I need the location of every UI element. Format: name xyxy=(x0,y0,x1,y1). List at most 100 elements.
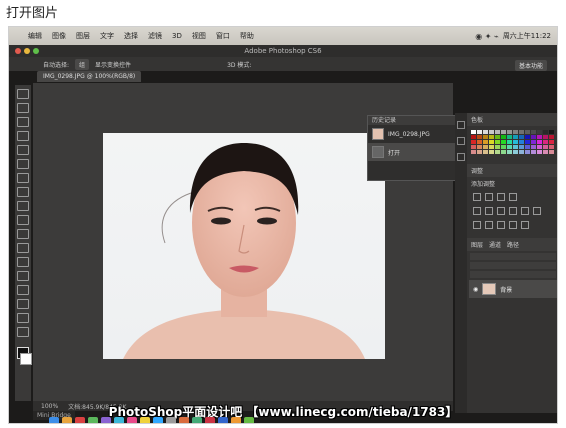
blend-mode-row[interactable] xyxy=(470,262,556,269)
color-swatch[interactable] xyxy=(519,145,524,149)
color-swatch[interactable] xyxy=(495,145,500,149)
color-swatch[interactable] xyxy=(549,150,554,154)
color-swatch[interactable] xyxy=(543,135,548,139)
layer-filter-row[interactable] xyxy=(470,253,556,260)
color-swatch[interactable] xyxy=(519,135,524,139)
color-swatch[interactable] xyxy=(513,135,518,139)
color-swatch[interactable] xyxy=(507,140,512,144)
selective-color-icon[interactable] xyxy=(521,221,529,229)
actions-panel-icon[interactable] xyxy=(457,137,465,145)
color-swatch[interactable] xyxy=(501,145,506,149)
color-swatch[interactable] xyxy=(489,130,494,134)
color-swatch[interactable] xyxy=(507,130,512,134)
bw-icon[interactable] xyxy=(509,207,517,215)
color-swatch[interactable] xyxy=(549,130,554,134)
show-transform-checkbox[interactable]: 显示变换控件 xyxy=(95,60,131,69)
menu-view[interactable]: 视图 xyxy=(192,31,206,41)
color-swatch[interactable] xyxy=(471,140,476,144)
color-swatch[interactable] xyxy=(489,150,494,154)
tray-icons[interactable]: ◉ ✦ ⌁ xyxy=(475,32,499,41)
color-swatch[interactable] xyxy=(495,130,500,134)
color-swatch[interactable] xyxy=(519,130,524,134)
color-swatch[interactable] xyxy=(549,140,554,144)
brush-tool-icon[interactable] xyxy=(17,187,29,197)
color-swatch[interactable] xyxy=(495,135,500,139)
color-swatch[interactable] xyxy=(537,145,542,149)
lasso-tool-icon[interactable] xyxy=(17,117,29,127)
history-brush-tool-icon[interactable] xyxy=(17,215,29,225)
eyedropper-tool-icon[interactable] xyxy=(17,159,29,169)
gradient-tool-icon[interactable] xyxy=(17,243,29,253)
color-swatch[interactable] xyxy=(489,135,494,139)
color-swatch[interactable] xyxy=(483,150,488,154)
hand-tool-icon[interactable] xyxy=(17,313,29,323)
dock-app-icon[interactable] xyxy=(179,417,189,423)
color-swatch[interactable] xyxy=(519,150,524,154)
swatches-grid[interactable] xyxy=(467,126,557,158)
tab-paths[interactable]: 路径 xyxy=(507,240,519,249)
dock-app-icon[interactable] xyxy=(244,417,254,423)
color-swatch[interactable] xyxy=(525,140,530,144)
color-swatch[interactable] xyxy=(525,150,530,154)
color-swatch[interactable] xyxy=(483,145,488,149)
dock-app-icon[interactable] xyxy=(127,417,137,423)
exposure-icon[interactable] xyxy=(509,193,517,201)
color-swatch[interactable] xyxy=(513,150,518,154)
color-swatch[interactable] xyxy=(537,140,542,144)
eraser-tool-icon[interactable] xyxy=(17,229,29,239)
brightness-icon[interactable] xyxy=(473,193,481,201)
background-color-swatch[interactable] xyxy=(20,353,32,365)
dock-app-icon[interactable] xyxy=(101,417,111,423)
color-swatch[interactable] xyxy=(531,135,536,139)
lock-row[interactable] xyxy=(470,271,556,278)
tab-layers[interactable]: 图层 xyxy=(471,240,483,249)
levels-icon[interactable] xyxy=(485,193,493,201)
minimize-icon[interactable] xyxy=(24,48,30,54)
color-swatch[interactable] xyxy=(543,130,548,134)
color-swatch[interactable] xyxy=(519,140,524,144)
adjustments-tab[interactable]: 调整 xyxy=(467,164,557,177)
shape-tool-icon[interactable] xyxy=(17,299,29,309)
color-swatch[interactable] xyxy=(483,135,488,139)
document-image[interactable] xyxy=(103,133,385,359)
stamp-tool-icon[interactable] xyxy=(17,201,29,211)
color-swatch[interactable] xyxy=(495,140,500,144)
swatches-tab[interactable]: 色板 xyxy=(467,113,557,126)
hue-icon[interactable] xyxy=(485,207,493,215)
menu-layer[interactable]: 图层 xyxy=(76,31,90,41)
menu-3d[interactable]: 3D xyxy=(172,32,182,40)
color-swatch[interactable] xyxy=(531,145,536,149)
marquee-tool-icon[interactable] xyxy=(17,103,29,113)
color-swatch[interactable] xyxy=(513,145,518,149)
tab-channels[interactable]: 通道 xyxy=(489,240,501,249)
type-tool-icon[interactable] xyxy=(17,271,29,281)
color-swatch[interactable] xyxy=(543,150,548,154)
color-swatch[interactable] xyxy=(477,150,482,154)
history-panel-icon[interactable] xyxy=(457,121,465,129)
vibrance-icon[interactable] xyxy=(473,207,481,215)
visibility-eye-icon[interactable]: ◉ xyxy=(473,286,478,293)
color-swatch[interactable] xyxy=(477,145,482,149)
dock-app-icon[interactable] xyxy=(192,417,202,423)
layer-item-background[interactable]: ◉ 背景 xyxy=(469,280,557,298)
color-swatch[interactable] xyxy=(507,135,512,139)
color-swatch[interactable] xyxy=(501,140,506,144)
color-swatch[interactable] xyxy=(471,130,476,134)
dock-app-icon[interactable] xyxy=(218,417,228,423)
color-swatch[interactable] xyxy=(525,135,530,139)
color-swatch[interactable] xyxy=(513,140,518,144)
color-swatch[interactable] xyxy=(549,145,554,149)
dock-app-icon[interactable] xyxy=(114,417,124,423)
color-swatch[interactable] xyxy=(531,150,536,154)
workspace-switcher[interactable]: 基本功能 xyxy=(514,60,547,71)
threshold-icon[interactable] xyxy=(497,221,505,229)
quick-select-tool-icon[interactable] xyxy=(17,131,29,141)
color-swatch[interactable] xyxy=(531,140,536,144)
menu-filter[interactable]: 滤镜 xyxy=(148,31,162,41)
path-select-tool-icon[interactable] xyxy=(17,285,29,295)
color-swatch[interactable] xyxy=(501,135,506,139)
menu-image[interactable]: 图像 xyxy=(52,31,66,41)
color-swatch[interactable] xyxy=(513,130,518,134)
curves-icon[interactable] xyxy=(497,193,505,201)
color-swatch[interactable] xyxy=(477,140,482,144)
